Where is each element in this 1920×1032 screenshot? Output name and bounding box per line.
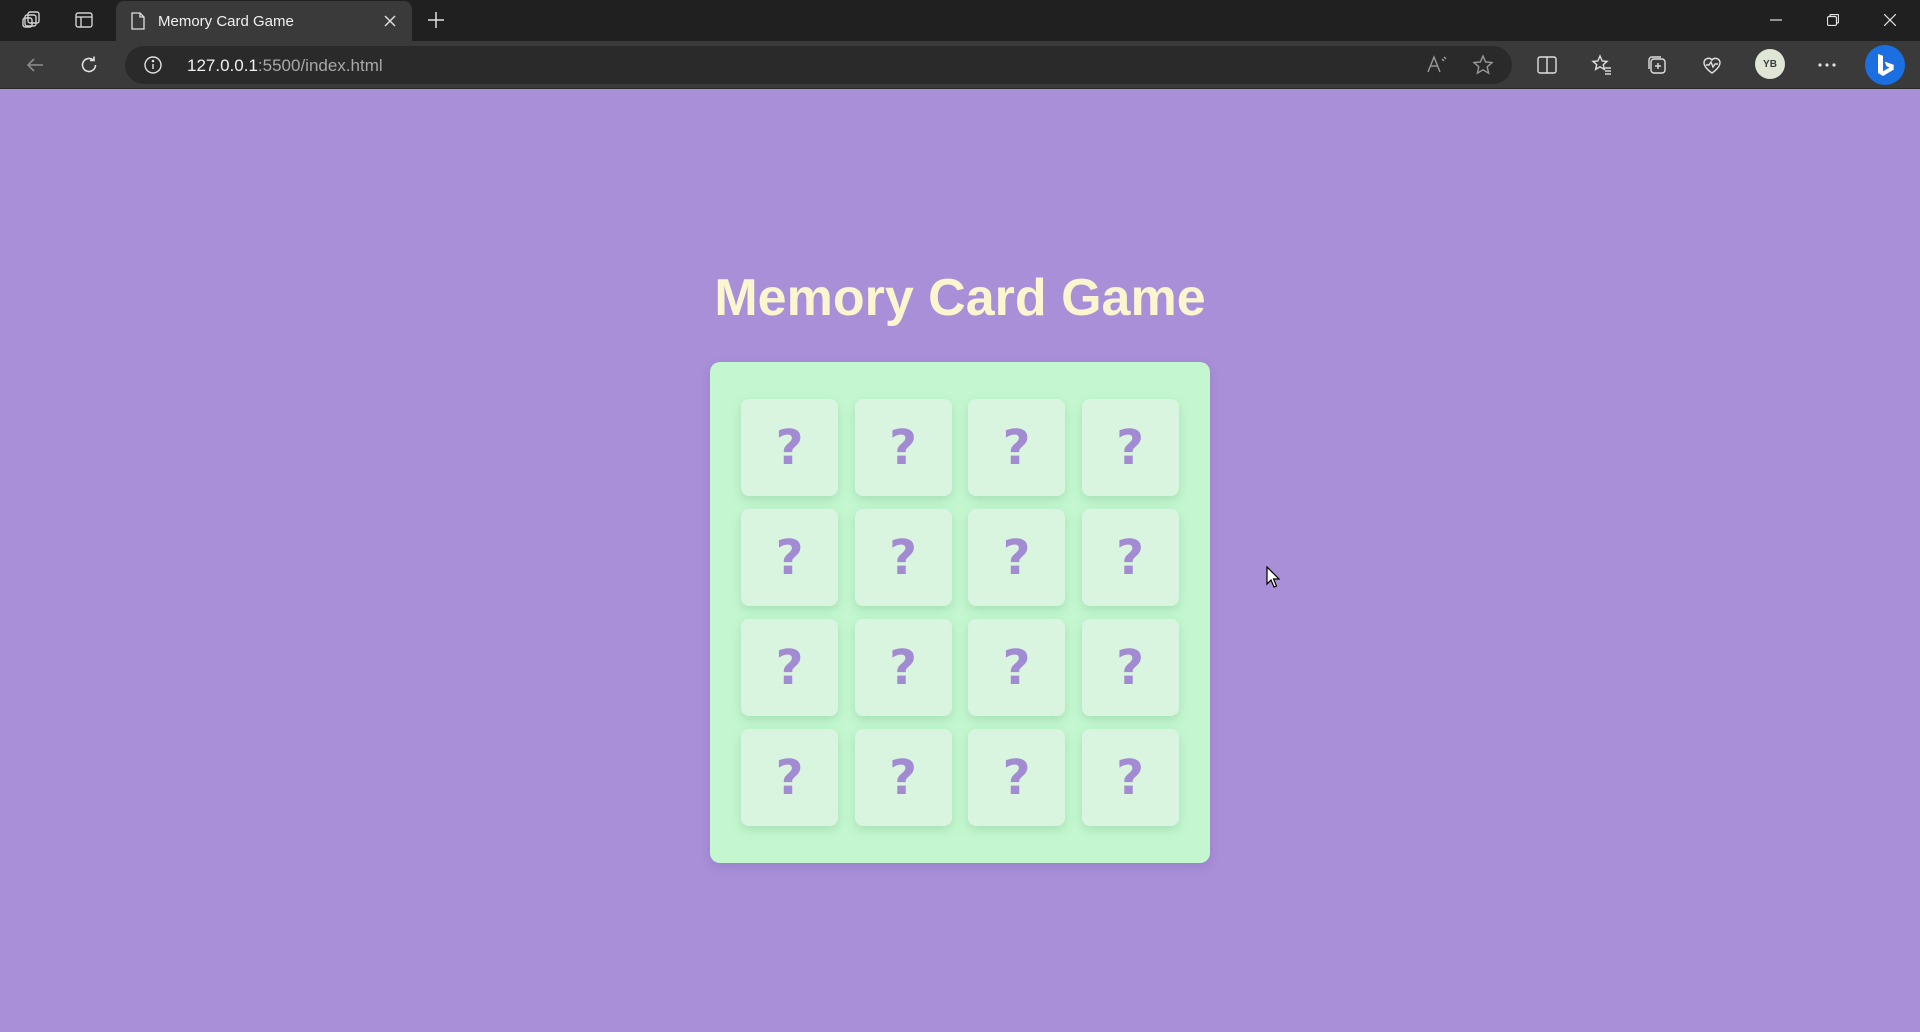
card-question-mark: ? [1116,419,1144,476]
url-text: 127.0.0.1:5500/index.html [187,56,383,76]
restore-icon[interactable] [1805,0,1861,40]
page-icon [130,12,146,30]
card-question-mark: ? [775,639,804,696]
memory-card[interactable]: ? [741,509,838,606]
memory-card[interactable]: ? [854,729,952,826]
back-arrow-icon[interactable] [18,48,52,82]
card-question-mark: ? [1002,639,1031,696]
game-board: ???????????????? [710,362,1210,863]
memory-card[interactable]: ? [1081,399,1179,496]
memory-card[interactable]: ? [854,399,952,496]
card-question-mark: ? [1116,529,1144,586]
card-question-mark: ? [1116,639,1144,696]
page-title: Memory Card Game [714,269,1206,327]
active-tab[interactable]: Memory Card Game [116,1,412,41]
memory-card[interactable]: ? [1081,619,1179,716]
memory-card[interactable]: ? [1081,509,1179,606]
card-question-mark: ? [889,749,917,806]
memory-card[interactable]: ? [854,619,952,716]
card-question-mark: ? [1002,529,1031,586]
memory-card[interactable]: ? [968,399,1065,496]
performance-icon[interactable] [1695,48,1729,82]
close-icon[interactable] [376,7,404,35]
card-question-mark: ? [889,639,917,696]
collections-icon[interactable] [1640,48,1674,82]
profile-avatar[interactable]: YB [1755,49,1785,79]
workspaces-icon[interactable] [14,5,50,35]
card-question-mark: ? [775,749,804,806]
card-question-mark: ? [889,419,917,476]
window-close-icon[interactable] [1862,0,1918,40]
browser-toolbar: 127.0.0.1:5500/index.html [0,41,1920,89]
info-icon[interactable] [143,55,163,75]
url-host: 127.0.0.1 [187,56,258,75]
memory-card[interactable]: ? [854,509,952,606]
tab-actions-icon[interactable] [66,5,102,35]
card-question-mark: ? [1002,749,1031,806]
bing-icon[interactable] [1865,45,1905,85]
card-question-mark: ? [1116,749,1144,806]
more-icon[interactable] [1810,48,1844,82]
star-icon[interactable] [1472,54,1494,76]
card-question-mark: ? [1002,419,1031,476]
memory-card[interactable]: ? [741,619,838,716]
card-question-mark: ? [775,419,804,476]
refresh-icon[interactable] [72,48,106,82]
address-bar[interactable]: 127.0.0.1:5500/index.html [125,46,1512,84]
memory-card[interactable]: ? [968,509,1065,606]
url-path: :5500/index.html [257,56,383,75]
memory-card[interactable]: ? [968,619,1065,716]
split-screen-icon[interactable] [1530,48,1564,82]
favorites-icon[interactable] [1585,48,1619,82]
minimize-icon[interactable] [1748,0,1804,40]
memory-card[interactable]: ? [1081,729,1179,826]
card-question-mark: ? [889,529,917,586]
memory-card[interactable]: ? [741,399,838,496]
memory-card[interactable]: ? [741,729,838,826]
mouse-cursor-icon [1266,565,1281,593]
plus-icon[interactable] [418,5,454,35]
tab-title: Memory Card Game [158,12,294,30]
browser-tab-bar: Memory Card Game [0,0,1920,41]
card-question-mark: ? [775,529,804,586]
read-aloud-icon[interactable] [1426,54,1448,76]
memory-card[interactable]: ? [968,729,1065,826]
